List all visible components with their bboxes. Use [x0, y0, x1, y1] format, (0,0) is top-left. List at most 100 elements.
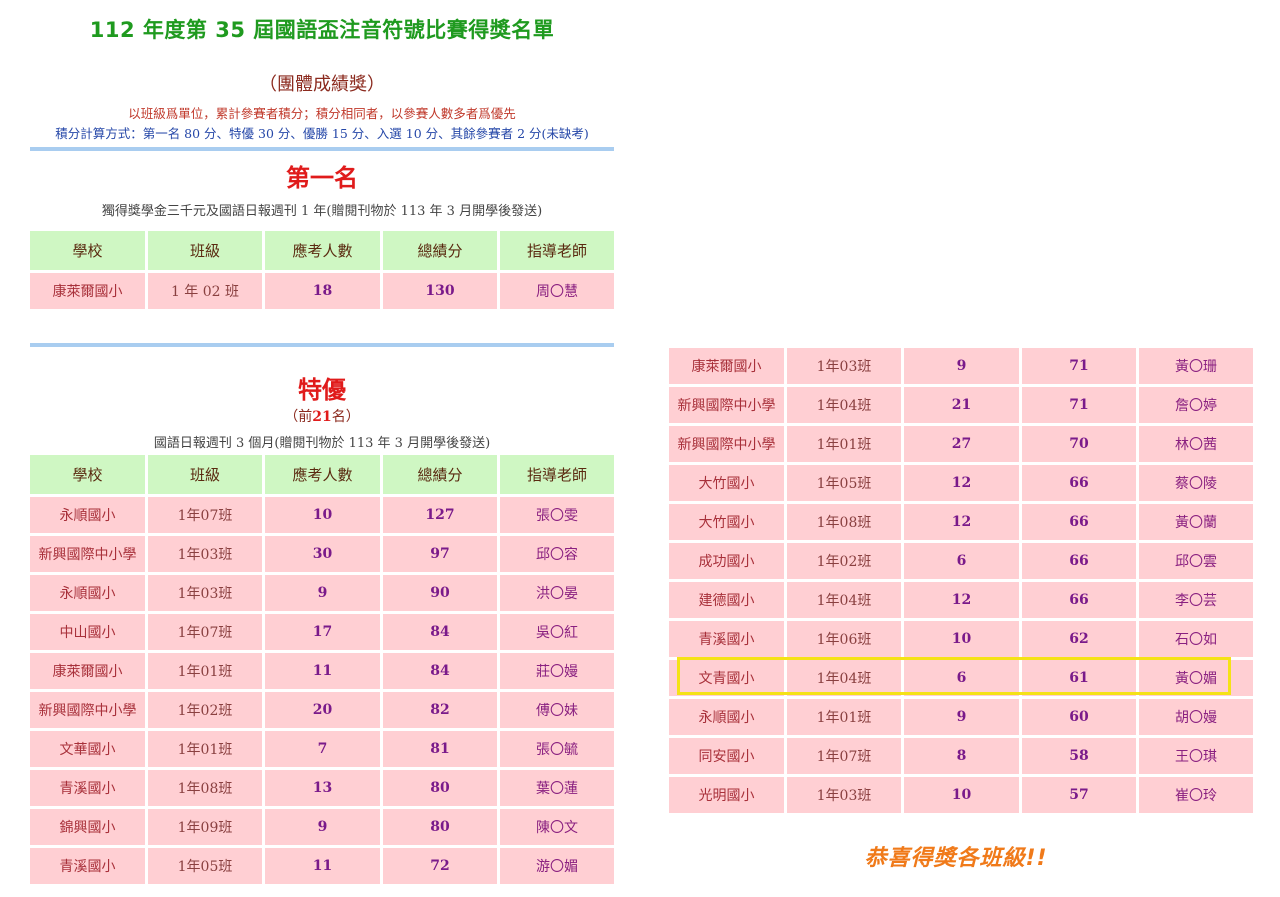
total-score-cell: 70 — [1022, 426, 1136, 462]
school-cell: 康萊爾國小 — [30, 653, 145, 689]
class-cell: 1年02班 — [148, 692, 262, 728]
school-cell: 青溪國小 — [30, 848, 145, 884]
participant-count-cell: 17 — [265, 614, 380, 650]
class-cell: 1年08班 — [148, 770, 262, 806]
table-row: 錦興國小 1年09班 9 80 陳〇文 — [30, 809, 614, 845]
class-cell: 1年01班 — [148, 731, 262, 767]
table-row: 新興國際中小學 1年02班 20 82 傅〇妹 — [30, 692, 614, 728]
table-header-row: 學校 班級 應考人數 總績分 指導老師 — [30, 455, 614, 494]
rank-range-count: 21 — [312, 409, 332, 425]
teacher-cell: 洪〇晏 — [500, 575, 614, 611]
first-place-prize-note: 獨得獎學金三千元及國語日報週刊 1 年(贈閱刊物於 113 年 3 月開學後發送… — [101, 204, 543, 219]
participant-count-cell: 10 — [265, 497, 380, 533]
special-award-table: 學校 班級 應考人數 總績分 指導老師 永順國小 1年07班 10 127 張〇雯 新興國… — [27, 452, 617, 887]
school-cell: 同安國小 — [669, 738, 784, 774]
teacher-cell: 莊〇嫚 — [500, 653, 614, 689]
table-row: 文青國小 1年04班 6 61 黃〇媚 — [669, 660, 1253, 696]
teacher-cell: 邱〇容 — [500, 536, 614, 572]
teacher-cell: 傅〇妹 — [500, 692, 614, 728]
school-cell: 文華國小 — [30, 731, 145, 767]
teacher-cell: 黃〇蘭 — [1139, 504, 1253, 540]
participant-count-cell: 27 — [904, 426, 1019, 462]
class-cell: 1年05班 — [148, 848, 262, 884]
divider-line — [30, 343, 614, 347]
class-cell: 1年02班 — [787, 543, 901, 579]
total-score-cell: 66 — [1022, 543, 1136, 579]
total-score-cell: 57 — [1022, 777, 1136, 813]
teacher-cell: 張〇雯 — [500, 497, 614, 533]
school-cell: 光明國小 — [669, 777, 784, 813]
school-cell: 中山國小 — [30, 614, 145, 650]
class-cell: 1 年 02 班 — [148, 273, 262, 309]
school-cell: 成功國小 — [669, 543, 784, 579]
teacher-cell: 周〇慧 — [500, 273, 614, 309]
table-header-row: 學校 班級 應考人數 總績分 指導老師 — [30, 231, 614, 270]
participant-count-cell: 8 — [904, 738, 1019, 774]
first-place-table: 學校 班級 應考人數 總績分 指導老師 康萊爾國小 1 年 02 班 18 130 周〇… — [27, 228, 617, 312]
special-award-title: 特優 — [298, 376, 346, 404]
table-row: 新興國際中小學 1年04班 21 71 詹〇婷 — [669, 387, 1253, 423]
teacher-cell: 張〇毓 — [500, 731, 614, 767]
school-cell: 新興國際中小學 — [669, 426, 784, 462]
teacher-cell: 林〇茜 — [1139, 426, 1253, 462]
class-cell: 1年04班 — [787, 660, 901, 696]
participant-count-cell: 9 — [265, 575, 380, 611]
special-award-prize-note: 國語日報週刊 3 個月(贈閱刊物於 113 年 3 月開學後發送) — [153, 436, 491, 451]
table-row: 中山國小 1年07班 17 84 吳〇紅 — [30, 614, 614, 650]
participant-count-cell: 9 — [904, 699, 1019, 735]
total-score-cell: 84 — [383, 653, 497, 689]
table-row: 康萊爾國小 1年03班 9 71 黃〇珊 — [669, 348, 1253, 384]
teacher-cell: 詹〇婷 — [1139, 387, 1253, 423]
participant-count-cell: 30 — [265, 536, 380, 572]
first-place-title: 第一名 — [286, 164, 358, 192]
total-score-cell: 80 — [383, 770, 497, 806]
table-row: 青溪國小 1年06班 10 62 石〇如 — [669, 621, 1253, 657]
total-score-cell: 82 — [383, 692, 497, 728]
school-cell: 新興國際中小學 — [30, 536, 145, 572]
rank-range-suffix: 名） — [331, 409, 360, 425]
table-row: 同安國小 1年07班 8 58 王〇琪 — [669, 738, 1253, 774]
award-type-subtitle: （團體成績獎） — [259, 74, 385, 95]
teacher-cell: 石〇如 — [1139, 621, 1253, 657]
teacher-cell: 胡〇嫚 — [1139, 699, 1253, 735]
participant-count-cell: 12 — [904, 582, 1019, 618]
participant-count-cell: 20 — [265, 692, 380, 728]
header-score: 總績分 — [383, 455, 497, 494]
total-score-cell: 61 — [1022, 660, 1136, 696]
teacher-cell: 黃〇媚 — [1139, 660, 1253, 696]
teacher-cell: 李〇芸 — [1139, 582, 1253, 618]
participant-count-cell: 12 — [904, 504, 1019, 540]
class-cell: 1年03班 — [787, 777, 901, 813]
table-row: 永順國小 1年03班 9 90 洪〇晏 — [30, 575, 614, 611]
table-row: 康萊爾國小 1 年 02 班 18 130 周〇慧 — [30, 273, 614, 309]
class-cell: 1年05班 — [787, 465, 901, 501]
table-row: 青溪國小 1年08班 13 80 葉〇蓮 — [30, 770, 614, 806]
total-score-cell: 71 — [1022, 348, 1136, 384]
participant-count-cell: 6 — [904, 660, 1019, 696]
school-cell: 青溪國小 — [669, 621, 784, 657]
class-cell: 1年04班 — [787, 387, 901, 423]
teacher-cell: 吳〇紅 — [500, 614, 614, 650]
school-cell: 新興國際中小學 — [30, 692, 145, 728]
school-cell: 康萊爾國小 — [30, 273, 145, 309]
header-class: 班級 — [148, 455, 262, 494]
participant-count-cell: 9 — [904, 348, 1019, 384]
total-score-cell: 127 — [383, 497, 497, 533]
header-score: 總績分 — [383, 231, 497, 270]
class-cell: 1年07班 — [148, 497, 262, 533]
table-row: 成功國小 1年02班 6 66 邱〇雲 — [669, 543, 1253, 579]
table-row: 康萊爾國小 1年01班 11 84 莊〇嫚 — [30, 653, 614, 689]
total-score-cell: 72 — [383, 848, 497, 884]
school-cell: 永順國小 — [669, 699, 784, 735]
total-score-cell: 71 — [1022, 387, 1136, 423]
school-cell: 建德國小 — [669, 582, 784, 618]
total-score-cell: 60 — [1022, 699, 1136, 735]
header-teacher: 指導老師 — [500, 455, 614, 494]
table-row: 新興國際中小學 1年03班 30 97 邱〇容 — [30, 536, 614, 572]
class-cell: 1年03班 — [148, 536, 262, 572]
class-cell: 1年03班 — [787, 348, 901, 384]
participant-count-cell: 12 — [904, 465, 1019, 501]
class-cell: 1年09班 — [148, 809, 262, 845]
table-row: 永順國小 1年07班 10 127 張〇雯 — [30, 497, 614, 533]
total-score-cell: 81 — [383, 731, 497, 767]
